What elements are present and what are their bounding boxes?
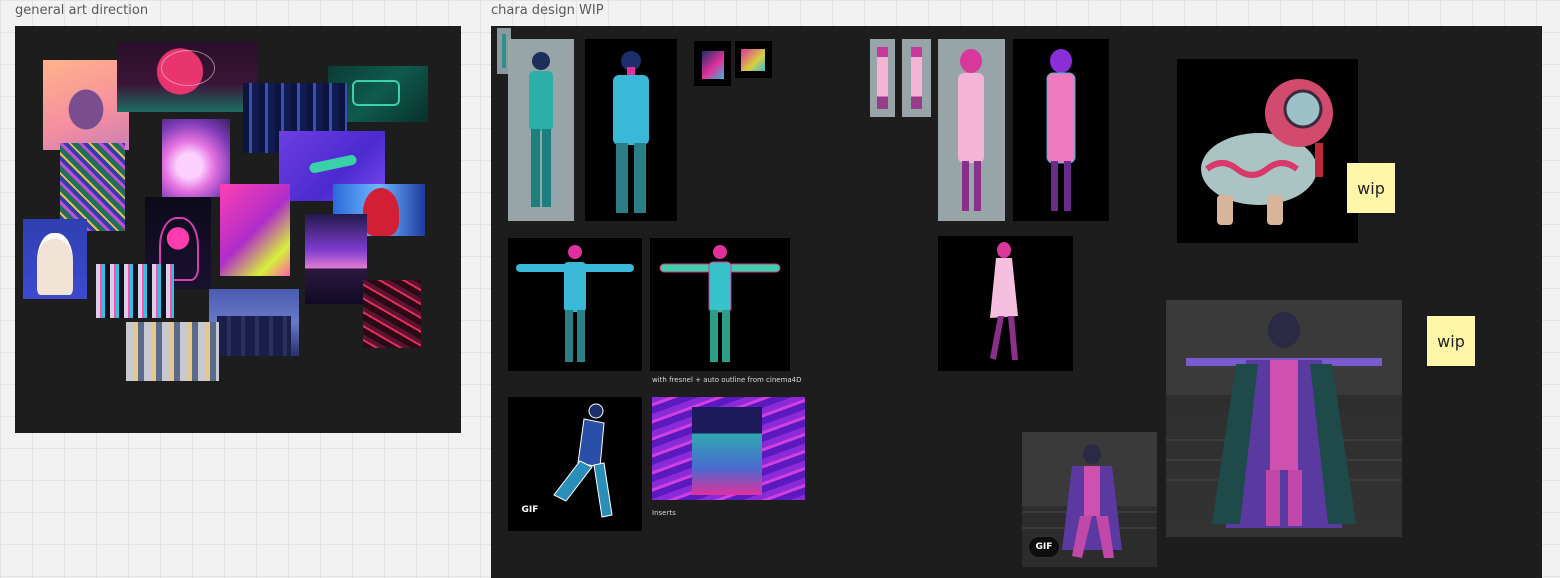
character-man-front-grey[interactable] xyxy=(508,39,574,221)
character-woman-thumb-1[interactable] xyxy=(870,39,895,117)
character-insert-closeup[interactable] xyxy=(652,397,805,500)
character-vader-tpose-3d[interactable] xyxy=(1166,300,1402,537)
insert-face-shape xyxy=(692,407,762,495)
frame-title-art-direction[interactable]: general art direction xyxy=(15,3,148,18)
moodboard-skyline-dusk[interactable] xyxy=(209,289,299,356)
solar-ash-logo xyxy=(161,50,215,86)
gif-badge-1: GIF xyxy=(521,505,539,515)
gif-badge-2: GIF xyxy=(1028,536,1060,558)
thumb-figure xyxy=(502,34,506,68)
character-man-front-black[interactable] xyxy=(585,39,677,221)
tpose-2-figure xyxy=(659,245,781,362)
moodboard-glitch-street[interactable] xyxy=(96,264,174,318)
character-head-thumb-2[interactable] xyxy=(735,41,772,78)
spiderverse-figure xyxy=(363,188,399,236)
skyline-buildings xyxy=(217,316,291,356)
moodboard-jungle-city[interactable] xyxy=(60,143,125,231)
floating-figure-shape xyxy=(308,154,358,174)
character-woman-thumb-2[interactable] xyxy=(902,39,931,117)
character-woman-front-grey[interactable] xyxy=(938,39,1005,221)
caption-inserts[interactable]: Inserts xyxy=(652,509,676,517)
sticky-note-wip-2[interactable]: wip xyxy=(1427,316,1475,366)
neon-dog-shape xyxy=(352,80,400,106)
moodboard-neon-red-abstract[interactable] xyxy=(363,280,421,348)
character-man-front-figure xyxy=(529,52,553,207)
character-man-front-black-figure xyxy=(613,51,649,213)
moodboard-queen-popart[interactable] xyxy=(23,219,87,299)
tpose-1-figure xyxy=(516,245,634,362)
moodboard-purple-landscape[interactable] xyxy=(305,214,367,304)
frame-art-direction[interactable] xyxy=(15,26,461,433)
woman-front-grey-figure xyxy=(958,49,984,211)
lion-dance-figure xyxy=(1201,79,1333,225)
woman-thumb-1-shape xyxy=(877,47,888,109)
character-lion-dance-3d[interactable] xyxy=(1177,59,1358,243)
woman-walking-figure xyxy=(990,242,1018,360)
character-running-gif[interactable]: GIF xyxy=(508,397,642,531)
character-tpose-2-fresnel[interactable] xyxy=(650,238,790,371)
sticky-note-wip-1[interactable]: wip xyxy=(1347,163,1395,213)
frame-chara-design[interactable]: with fresnel + auto outline from cinema4… xyxy=(491,26,1542,578)
queen-portrait-shape xyxy=(37,233,73,295)
character-woman-walking[interactable] xyxy=(938,236,1073,371)
head-thumb-1-shape xyxy=(702,51,724,79)
frame-title-chara-design[interactable]: chara design WIP xyxy=(491,3,604,18)
head-thumb-2-shape xyxy=(741,49,765,71)
character-head-thumb-1[interactable] xyxy=(694,41,731,86)
vader-figure xyxy=(1166,312,1402,528)
moodboard-solar-ash-poster[interactable] xyxy=(117,42,257,112)
caption-fresnel[interactable]: with fresnel + auto outline from cinema4… xyxy=(652,376,802,384)
moodboard-pink-face-collage[interactable] xyxy=(220,184,290,276)
woman-front-black-figure xyxy=(1046,49,1076,211)
woman-thumb-2-shape xyxy=(911,47,922,109)
character-vader-walk-gif[interactable]: GIF xyxy=(1022,432,1157,567)
moodboard-city-street-day[interactable] xyxy=(126,322,219,381)
character-tpose-1[interactable] xyxy=(508,238,642,371)
character-woman-front-black[interactable] xyxy=(1013,39,1109,221)
